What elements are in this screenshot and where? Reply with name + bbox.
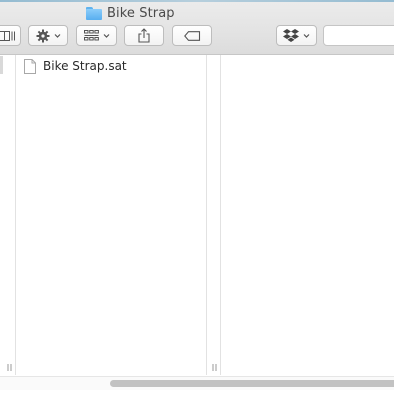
arrange-button[interactable] — [76, 25, 117, 46]
tag-icon — [183, 30, 200, 41]
previous-column — [0, 55, 16, 375]
column-resize-handle[interactable] — [7, 364, 12, 371]
preview-column-divider — [207, 55, 221, 375]
list-item[interactable]: Bike Strap.sat — [24, 57, 127, 75]
grid-arrange-icon — [83, 30, 99, 41]
chevron-down-icon — [54, 34, 60, 38]
dropbox-button[interactable] — [276, 25, 317, 46]
file-name: Bike Strap.sat — [43, 59, 127, 73]
finder-window: Bike Strap Bike Strap.sat — [0, 0, 394, 394]
search-input[interactable] — [323, 25, 394, 46]
dropbox-icon — [283, 28, 299, 42]
chevron-down-icon — [103, 34, 109, 38]
chevron-down-icon — [303, 34, 310, 38]
action-button[interactable] — [28, 25, 68, 46]
selected-item-edge — [0, 56, 3, 74]
gear-icon — [36, 29, 49, 42]
window-title: Bike Strap — [86, 4, 175, 22]
share-button[interactable] — [124, 25, 164, 46]
document-icon — [24, 58, 36, 74]
window-title-text: Bike Strap — [107, 5, 175, 21]
column-view-icon — [0, 30, 15, 41]
share-icon — [138, 28, 150, 43]
toolbar: Bike Strap — [0, 0, 394, 55]
current-column — [16, 55, 207, 375]
view-mode-button[interactable] — [0, 25, 21, 46]
column-resize-handle[interactable] — [212, 364, 217, 371]
tag-button[interactable] — [172, 25, 212, 46]
horizontal-scrollbar-thumb[interactable] — [110, 380, 394, 387]
folder-icon — [86, 6, 102, 20]
desktop-edge-strip — [0, 0, 394, 2]
